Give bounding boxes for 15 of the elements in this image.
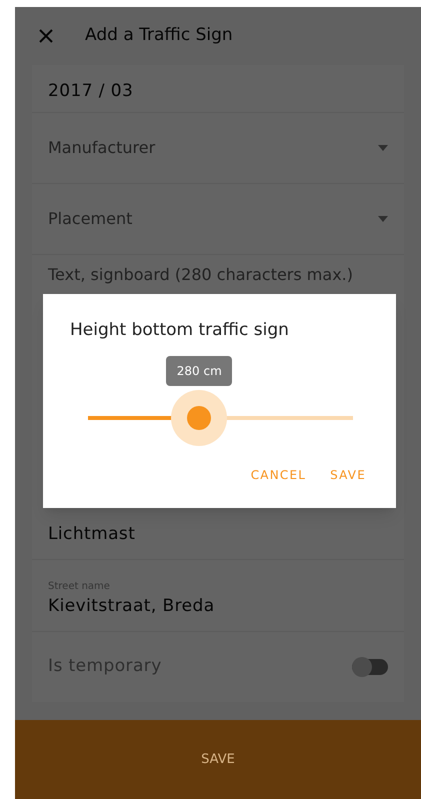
toggle-switch[interactable]: [352, 659, 388, 675]
dialog-button[interactable]: CANCEL: [242, 458, 314, 492]
dropdown-caret-icon: [378, 216, 388, 222]
save-bar-button[interactable]: SAVE: [15, 720, 421, 799]
close-icon[interactable]: [39, 29, 53, 43]
dropdown-field[interactable]: Manufacturer: [32, 113, 404, 184]
field-value[interactable]: 2017 / 03: [48, 78, 388, 104]
dialog-button[interactable]: SAVE: [322, 458, 374, 492]
field-value[interactable]: Lichtmast: [48, 522, 388, 547]
dropdown-caret-icon: [378, 145, 388, 151]
slider-tooltip: 280 cm: [166, 356, 232, 386]
screen-title: Add a Traffic Sign: [85, 24, 233, 48]
field-value[interactable]: Kievitstraat, Breda: [48, 594, 388, 619]
dropdown-field[interactable]: Placement: [32, 184, 404, 255]
dialog-title: Height bottom traffic sign: [70, 319, 290, 342]
